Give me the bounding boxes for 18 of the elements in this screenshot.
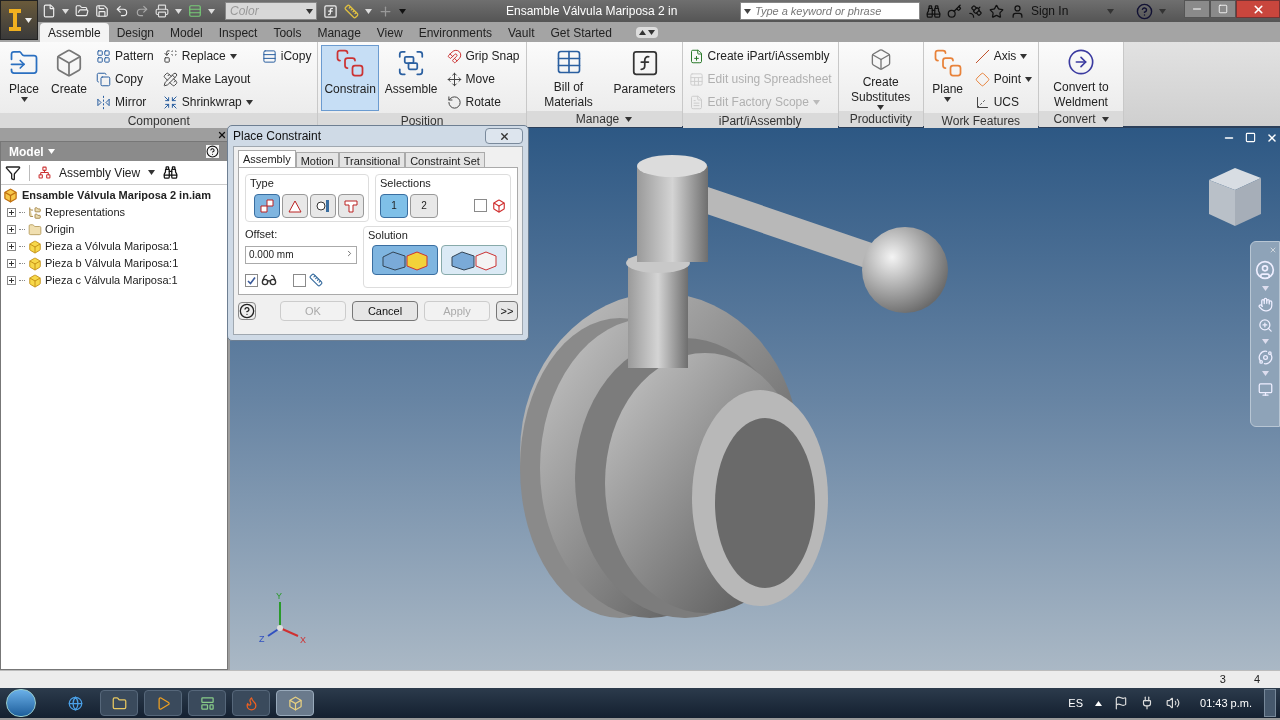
axis-label: Z bbox=[259, 634, 265, 644]
axis-label: Y bbox=[276, 591, 282, 601]
panel-title: Component bbox=[127, 113, 190, 130]
group-label: Selections bbox=[380, 176, 432, 191]
group-label: Type bbox=[250, 176, 275, 191]
panel-title: iPart/iAssembly bbox=[718, 113, 802, 130]
panel-title: Position bbox=[400, 113, 444, 130]
panel-title: Manage bbox=[575, 111, 620, 128]
status-text: 4 bbox=[1253, 672, 1260, 688]
panel-title: Convert bbox=[1053, 111, 1096, 128]
status-text: 3 bbox=[1219, 672, 1226, 688]
offset-label: Offset: bbox=[245, 226, 279, 242]
group-label: Solution bbox=[368, 227, 409, 243]
panel-title: Productivity bbox=[849, 111, 912, 128]
panel-title: Work Features bbox=[941, 113, 1021, 130]
dialog-title: Place Constraint bbox=[233, 128, 322, 145]
window-title: Ensamble Válvula Mariposa 2 in bbox=[506, 3, 679, 20]
axis-label: X bbox=[300, 635, 306, 644]
